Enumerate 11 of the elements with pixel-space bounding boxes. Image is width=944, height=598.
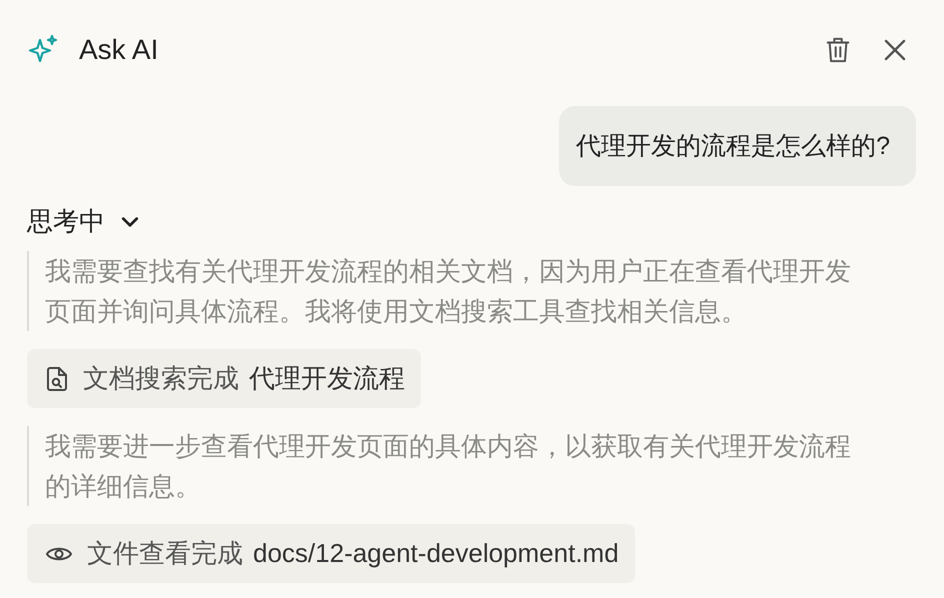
document-search-icon (45, 366, 69, 392)
panel-title: Ask AI (79, 34, 158, 66)
thought-text: 我需要进一步查看代理开发页面的具体内容，以获取有关代理开发流程的详细信息。 (45, 430, 852, 503)
close-icon[interactable] (883, 38, 907, 62)
thinking-toggle[interactable]: 思考中 (27, 204, 139, 239)
tool-result-chip[interactable]: 文件查看完成 docs/12-agent-development.md (27, 524, 635, 583)
trash-icon[interactable] (825, 35, 851, 65)
user-message: 代理开发的流程是怎么样的? (559, 106, 916, 186)
chevron-icon (121, 216, 139, 228)
thought-text: 我需要查找有关代理开发流程的相关文档，因为用户正在查看代理开发页面并询问具体流程。我将使用文档搜索工具查找相关信息。 (45, 255, 852, 328)
tool-result-chip[interactable]: 文档搜索完成 代理开发流程 (27, 349, 421, 408)
